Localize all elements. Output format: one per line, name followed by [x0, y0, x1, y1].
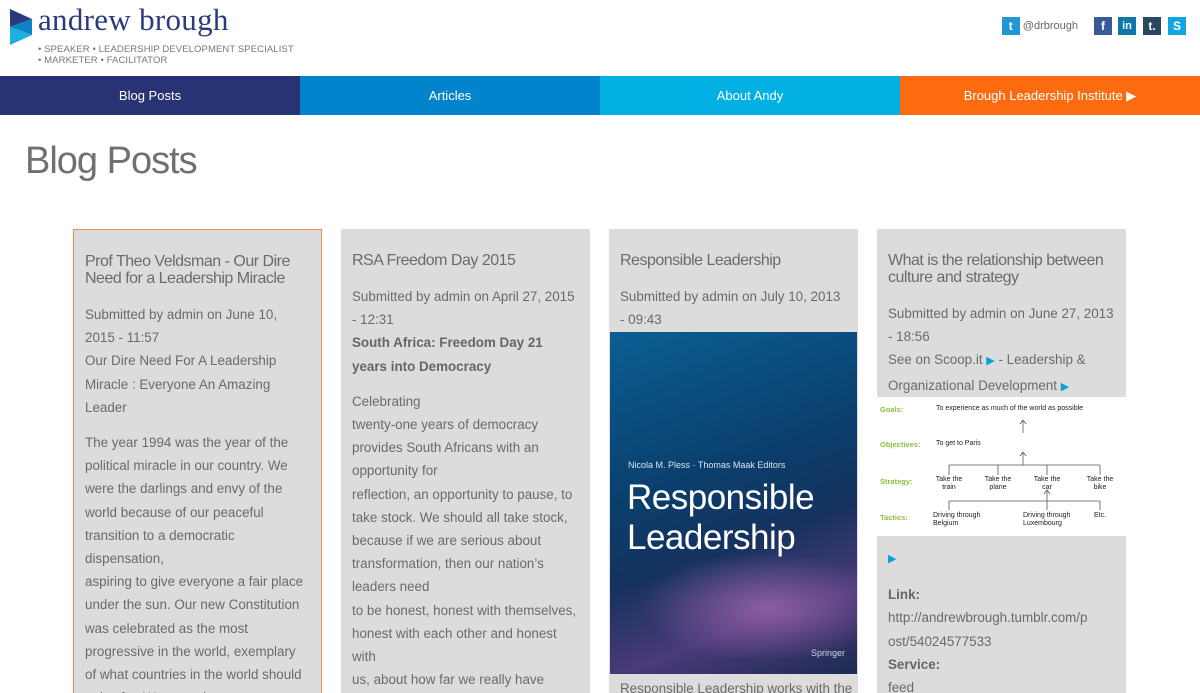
scoop-link[interactable]: See on Scoop.it: [888, 352, 983, 367]
post-body: reflection, an opportunity to pause, to …: [352, 486, 573, 595]
post-subtitle: Our Dire Need For A Leadership Miracle :…: [85, 353, 277, 415]
post-body: Responsible Leadership works with the: [620, 681, 853, 693]
post-card[interactable]: RSA Freedom Day 2015 Submitted by admin …: [341, 229, 590, 693]
post-body: aspiring to give everyone a fair place u…: [85, 574, 304, 693]
diagram-strategy-4: Take the bike: [1086, 476, 1114, 491]
nav-about[interactable]: About Andy: [600, 76, 900, 115]
diagram-strategy-label: Strategy:: [880, 477, 913, 486]
nav-institute[interactable]: Brough Leadership Institute ▶: [900, 76, 1200, 115]
twitter-handle[interactable]: @drbrough: [1023, 20, 1078, 32]
book-title: Responsible Leadership: [627, 478, 815, 557]
tumblr-icon[interactable]: t.: [1143, 17, 1161, 35]
scoop-line: See on Scoop.it ▶ - Leadership & Organiz…: [888, 348, 1115, 398]
nav-articles[interactable]: Articles: [300, 76, 600, 115]
twitter-icon[interactable]: t: [1001, 17, 1020, 35]
social-links: t @drbrough f in t. S: [1001, 17, 1186, 35]
link-label: Link:: [888, 587, 920, 603]
post-card[interactable]: What is the relationship between culture…: [877, 229, 1126, 693]
service-value: feed: [888, 680, 915, 693]
post-submitted: Submitted by admin on June 27, 2013 - 18…: [888, 306, 1114, 345]
diagram-goals-label: Goals:: [880, 405, 904, 414]
post-body: Celebrating: [352, 393, 421, 409]
post-body: The year 1994 was the year of the politi…: [85, 435, 289, 567]
book-publisher: Springer: [810, 648, 845, 658]
skype-icon[interactable]: S: [1168, 17, 1186, 35]
logo-title[interactable]: andrew brough: [38, 2, 229, 38]
diagram-objectives-text: To get to Paris: [936, 440, 981, 447]
post-title[interactable]: Responsible Leadership: [620, 252, 847, 269]
tagline-line-1: • SPEAKER • LEADERSHIP DEVELOPMENT SPECI…: [38, 44, 294, 55]
post-subtitle: South Africa: Freedom Day 21 years into …: [352, 335, 543, 374]
link-url[interactable]: http://andrewbrough.tumblr.com/post/5402…: [888, 606, 1088, 652]
strategy-diagram[interactable]: Goals: To experience as much of the worl…: [877, 397, 1126, 536]
page-title: Blog Posts: [25, 140, 198, 182]
post-body: twenty-one years of democracy provides S…: [352, 417, 539, 479]
post-meta: ▶ Link: http://andrewbrough.tumblr.com/p…: [888, 546, 1088, 693]
post-card[interactable]: Responsible Leadership Submitted by admi…: [609, 229, 858, 693]
diagram-strategy-1: Take the train: [935, 476, 963, 491]
diagram-lines: [948, 419, 1101, 510]
nav-blog-posts[interactable]: Blog Posts: [0, 76, 300, 115]
main-nav: Blog Posts Articles About Andy Brough Le…: [0, 76, 1200, 115]
post-title[interactable]: Prof Theo Veldsman - Our Dire Need for a…: [85, 253, 310, 287]
post-submitted: Submitted by admin on July 10, 2013 - 09…: [620, 289, 841, 328]
diagram-tactic-2: Driving through Luxembourg: [1023, 512, 1071, 527]
play-arrow-icon[interactable]: ▶: [888, 553, 896, 565]
site-header: andrew brough • SPEAKER • LEADERSHIP DEV…: [0, 0, 1200, 76]
play-arrow-icon: ▶: [986, 355, 995, 368]
diagram-strategy-3: Take the car: [1033, 476, 1061, 491]
diagram-tactic-3: Etc.: [1094, 512, 1107, 519]
diagram-strategy-2: Take the plane: [984, 476, 1012, 491]
play-arrow-icon: ▶: [1060, 380, 1070, 393]
post-card[interactable]: Prof Theo Veldsman - Our Dire Need for a…: [73, 229, 322, 693]
service-label: Service:: [888, 656, 941, 672]
post-body: to be honest, honest with themselves, ho…: [352, 602, 577, 665]
post-submitted: Submitted by admin on June 10, 2015 - 11…: [85, 307, 278, 346]
post-body: us, about how far we really have come: [352, 672, 545, 688]
logo-tagline: • SPEAKER • LEADERSHIP DEVELOPMENT SPECI…: [38, 44, 294, 66]
diagram-goals-text: To experience as much of the world as po…: [936, 405, 1084, 412]
facebook-icon[interactable]: f: [1094, 17, 1112, 35]
post-submitted: Submitted by admin on April 27, 2015 - 1…: [352, 289, 575, 328]
post-title[interactable]: What is the relationship between culture…: [888, 252, 1115, 286]
linkedin-icon[interactable]: in: [1118, 17, 1136, 35]
diagram-tactics-label: Tactics:: [880, 513, 908, 522]
book-editors: Nicola M. Pless · Thomas Maak Editors: [628, 460, 786, 470]
diagram-tactic-1: Driving through Belgium: [933, 512, 981, 527]
logo-icon[interactable]: [10, 9, 32, 45]
diagram-objectives-label: Objectives:: [880, 440, 921, 449]
tagline-line-2: • MARKETER • FACILITATOR: [38, 55, 168, 66]
post-title[interactable]: RSA Freedom Day 2015: [352, 252, 579, 269]
book-cover-image[interactable]: Nicola M. Pless · Thomas Maak Editors Re…: [610, 332, 857, 674]
